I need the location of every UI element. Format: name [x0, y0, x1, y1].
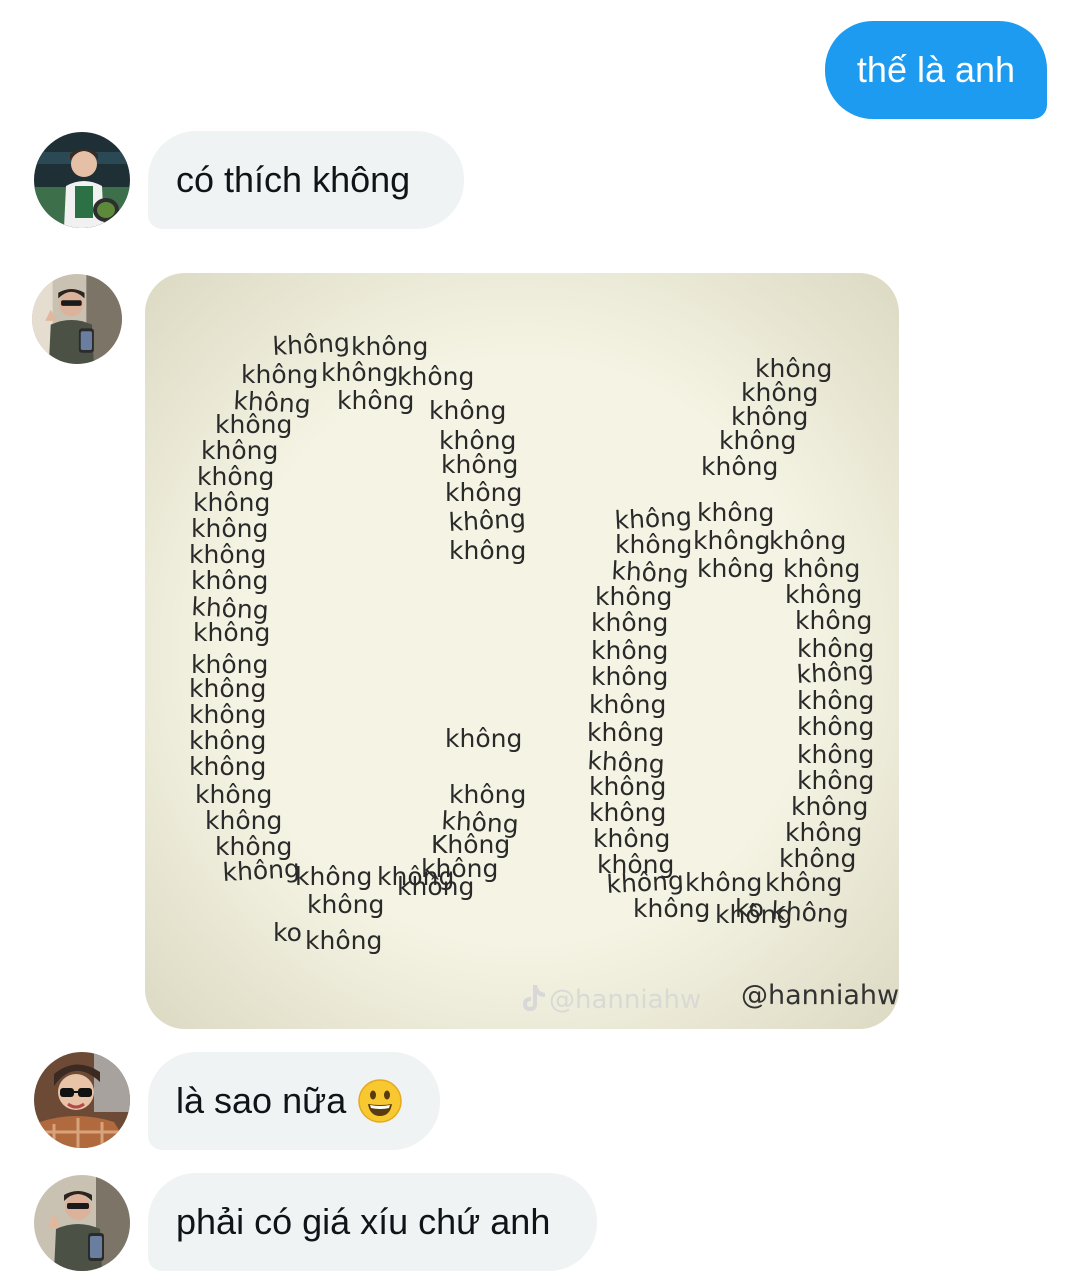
watermark-right: @hanniahw — [741, 980, 899, 1011]
message-text: là sao nữa — [176, 1080, 347, 1121]
message-image[interactable]: không không không không không không không không… — [145, 273, 899, 1029]
avatar-image — [34, 1052, 130, 1148]
message-bubble-received[interactable]: là sao nữa — [148, 1052, 440, 1150]
word-art-word: không — [785, 818, 862, 847]
word-art-word: không — [785, 580, 862, 609]
word-art-word: không — [796, 656, 875, 689]
word-art-word: không — [589, 772, 666, 801]
grinning-face-emoji-icon — [358, 1079, 402, 1123]
word-art-word: không — [197, 462, 274, 491]
word-art-word: không — [769, 526, 846, 555]
word-art-word: không — [591, 608, 668, 637]
word-art-word: không — [448, 504, 527, 537]
word-art-word: không — [697, 498, 774, 527]
watermark-left: @hanniahw — [549, 985, 701, 1015]
word-art-word: không — [189, 674, 266, 703]
word-art-word: không — [449, 536, 526, 565]
message-text: có thích không — [176, 159, 411, 200]
word-art-word: không — [189, 752, 266, 781]
avatar-image — [34, 132, 130, 228]
avatar-image — [34, 1175, 130, 1271]
word-art-word: không — [441, 450, 518, 479]
word-art-word: không — [193, 618, 270, 647]
word-art-word: không — [697, 554, 774, 583]
word-art-word: không — [241, 360, 318, 389]
word-art-word: không — [193, 488, 270, 517]
word-art-word: không — [191, 514, 268, 543]
word-art-word: không — [591, 662, 668, 691]
message-bubble-received[interactable]: phải có giá xíu chứ anh — [148, 1173, 597, 1271]
word-art-word: không — [587, 718, 664, 747]
word-art-word: không — [795, 606, 872, 635]
message-text: phải có giá xíu chứ anh — [176, 1201, 551, 1242]
word-art-image: không khôngkhông khôngkhôngkhông không không… — [145, 273, 899, 1029]
word-art-word: không — [701, 452, 778, 481]
word-art-word: không — [189, 700, 266, 729]
word-art-word: không — [765, 868, 842, 897]
word-art-word: không — [797, 686, 874, 715]
message-text: thế là anh — [856, 49, 1016, 90]
message-bubble-sent[interactable]: thế là anh — [825, 21, 1047, 119]
word-art-word: không — [201, 436, 278, 465]
word-art-word: không — [797, 740, 874, 769]
word-art-word: không — [589, 690, 666, 719]
word-art-word: không — [215, 410, 292, 439]
avatar[interactable] — [34, 1052, 130, 1148]
word-art-word: không — [189, 540, 266, 569]
word-art-word: không — [205, 806, 282, 835]
word-art-word: không — [591, 636, 668, 665]
word-art-word: không — [195, 780, 272, 809]
avatar[interactable] — [34, 1175, 130, 1271]
word-art-word: không — [337, 386, 414, 415]
word-art-word: không — [351, 332, 428, 361]
word-art-word: không — [449, 780, 526, 809]
word-art-word: không — [797, 712, 874, 741]
message-bubble-received[interactable]: có thích không — [148, 131, 464, 229]
word-art-word: không — [593, 824, 670, 853]
word-art-word: không — [615, 530, 692, 559]
word-art-word: không — [633, 894, 710, 923]
word-art-word: không — [295, 862, 372, 891]
word-art-word: không — [305, 926, 382, 955]
word-art-word: không — [445, 724, 522, 753]
word-art-word: không — [783, 554, 860, 583]
word-art-word: không — [595, 582, 672, 611]
word-art-word: ko — [273, 918, 302, 947]
word-art-word: không — [307, 890, 384, 919]
word-art-word: không — [397, 872, 474, 901]
word-art-word: không — [222, 854, 301, 887]
word-art-word: không — [429, 396, 506, 425]
word-art-word: không — [791, 792, 868, 821]
word-art-word: không — [693, 526, 770, 555]
word-art-word: không — [589, 798, 666, 827]
word-art-word: không — [445, 478, 522, 507]
word-art-word: không — [797, 766, 874, 795]
word-art-word: không — [771, 896, 850, 929]
word-art-word: không — [719, 426, 796, 455]
word-art-word: không — [272, 328, 351, 361]
word-art-word: không — [189, 726, 266, 755]
word-art-word: không — [191, 566, 268, 595]
avatar[interactable] — [32, 274, 122, 364]
avatar[interactable] — [34, 132, 130, 228]
word-art-word: không — [685, 868, 762, 897]
avatar-image — [32, 274, 122, 364]
word-art-word: ko — [735, 894, 764, 923]
word-art-word: không — [321, 358, 398, 387]
